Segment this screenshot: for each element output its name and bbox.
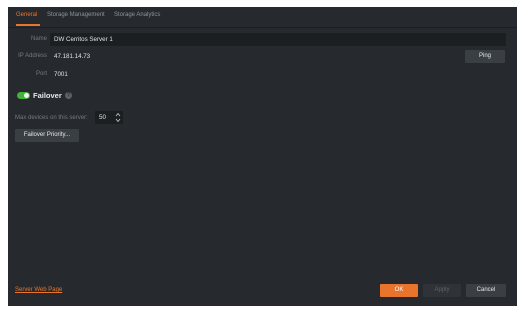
tab-storage-management[interactable]: Storage Management (47, 12, 105, 18)
failover-row: Failover ? (8, 91, 517, 105)
server-settings-dialog: General Storage Management Storage Analy… (8, 7, 517, 306)
port-label: Port (35, 71, 47, 77)
failover-toggle[interactable] (17, 92, 30, 99)
tab-storage-analytics[interactable]: Storage Analytics (114, 12, 160, 18)
max-devices-value: 50 (99, 114, 106, 121)
port-row: Port 7001 (8, 68, 517, 82)
tab-general[interactable]: General (16, 12, 37, 18)
name-field[interactable] (50, 33, 506, 46)
toggle-knob (24, 93, 29, 98)
apply-button[interactable]: Apply (423, 284, 461, 297)
ip-address-label: IP Address (18, 53, 47, 59)
ip-address-value: 47.181.14.73 (54, 53, 91, 60)
active-tab-indicator (16, 24, 40, 26)
ok-button[interactable]: OK (380, 284, 418, 297)
name-row: Name (8, 33, 517, 47)
server-web-page-link[interactable]: Server Web Page (15, 287, 62, 293)
failover-label: Failover (33, 91, 62, 100)
ip-row: IP Address 47.181.14.73 Ping (8, 50, 517, 64)
max-devices-spinbox[interactable]: 50 (95, 111, 123, 124)
failover-priority-button[interactable]: Failover Priority... (15, 129, 79, 142)
help-icon[interactable]: ? (65, 92, 72, 99)
tab-bar: General Storage Management Storage Analy… (8, 7, 517, 28)
cancel-button[interactable]: Cancel (466, 284, 506, 297)
ping-button[interactable]: Ping (465, 50, 505, 63)
spin-arrows-icon[interactable] (115, 112, 121, 123)
port-value: 7001 (54, 71, 68, 78)
max-devices-row: Max devices on this server: 50 (8, 111, 517, 125)
max-devices-label: Max devices on this server: (15, 115, 88, 121)
name-label: Name (30, 36, 47, 42)
